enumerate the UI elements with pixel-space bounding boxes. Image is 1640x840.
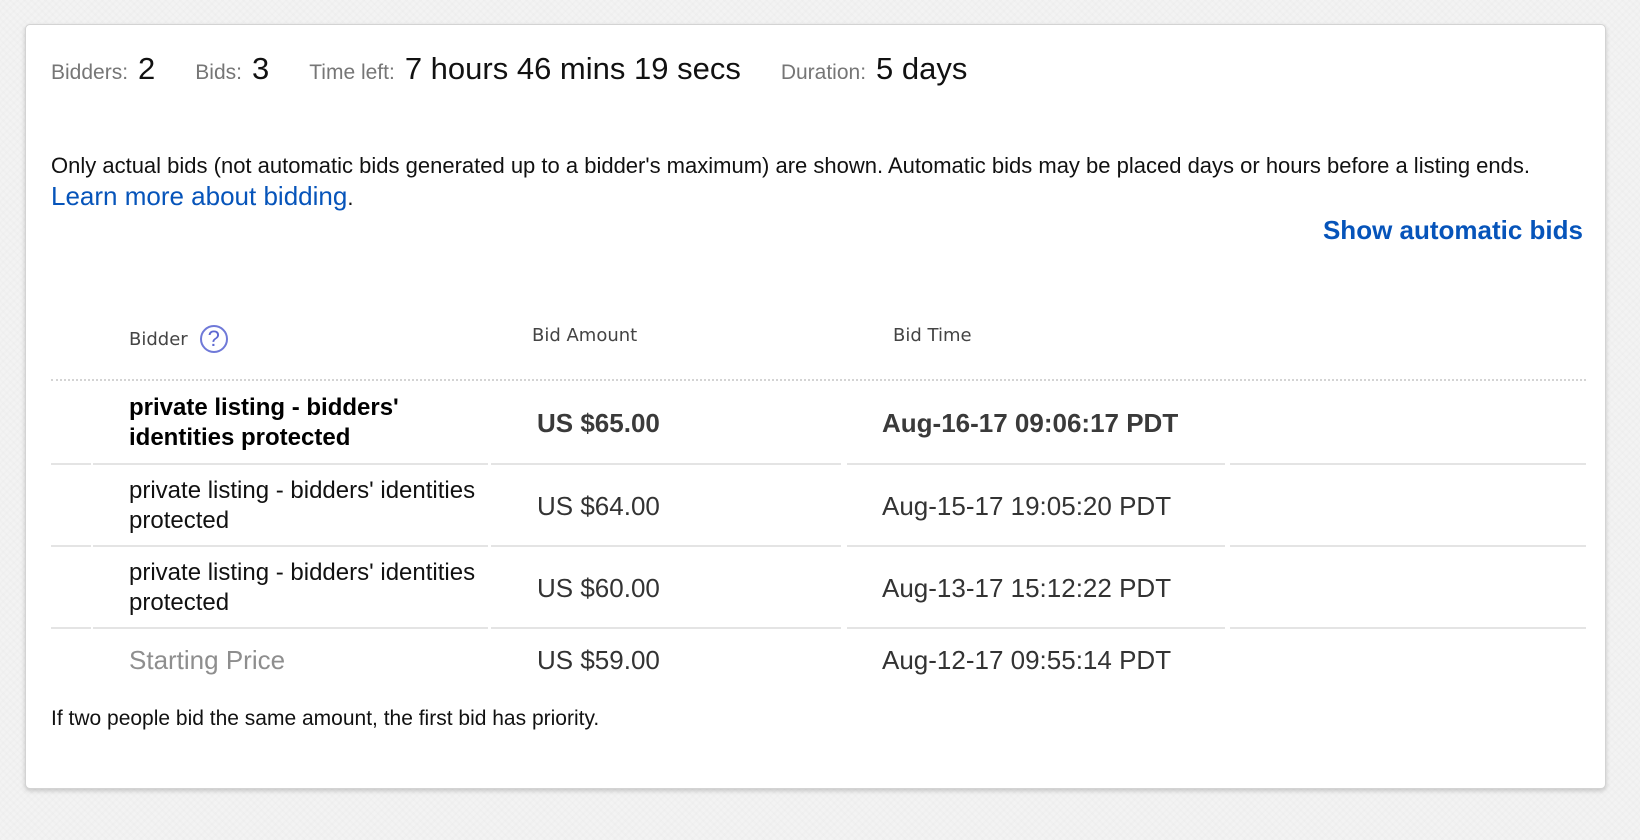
bid-amount-cell: US $64.00 — [537, 490, 660, 521]
time-left-label: Time left: — [309, 61, 395, 84]
bidders-label: Bidders: — [51, 61, 129, 84]
duration-label: Duration: — [780, 61, 867, 84]
bid-amount-cell: US $59.00 — [537, 644, 660, 675]
table-row: private listing - bidders' identities pr… — [51, 547, 1586, 629]
bid-time-cell: Aug-16-17 09:06:17 PDT — [882, 407, 1179, 438]
bidders-stat: Bidders: 2 — [51, 51, 155, 87]
notice-period: . — [347, 185, 354, 210]
bids-value: 3 — [251, 51, 270, 86]
bid-time-cell: Aug-12-17 09:55:14 PDT — [882, 644, 1172, 675]
notice-text: Only actual bids (not automatic bids gen… — [51, 153, 1530, 178]
bidder-cell: private listing - bidders' identities pr… — [129, 477, 476, 534]
table-row: Starting Price US $59.00 Aug-12-17 09:55… — [51, 629, 1586, 691]
bid-table-body: private listing - bidders' identities pr… — [51, 379, 1586, 691]
bid-time-header-label: Bid Time — [893, 325, 972, 346]
bid-amount-cell: US $60.00 — [537, 572, 660, 603]
bid-summary: Bidders: 2 Bids: 3 Time left: 7 hours 46… — [51, 51, 1007, 87]
duration-stat: Duration: 5 days — [781, 51, 968, 87]
duration-value: 5 days — [876, 51, 968, 86]
time-left-value: 7 hours 46 mins 19 secs — [404, 51, 741, 86]
time-left-stat: Time left: 7 hours 46 mins 19 secs — [309, 51, 741, 87]
bids-label: Bids: — [195, 61, 242, 84]
table-row: private listing - bidders' identities pr… — [51, 381, 1586, 465]
bidder-cell: private listing - bidders' identities pr… — [129, 394, 399, 451]
bid-history-panel: Bidders: 2 Bids: 3 Time left: 7 hours 46… — [25, 24, 1606, 789]
show-automatic-bids-link[interactable]: Show automatic bids — [1323, 215, 1583, 246]
bidder-column-header: Bidder ? — [129, 325, 228, 353]
bidders-value: 2 — [138, 51, 156, 86]
question-circle-icon[interactable]: ? — [199, 325, 228, 353]
bid-time-column-header: Bid Time — [893, 325, 972, 346]
tie-bid-priority-note: If two people bid the same amount, the f… — [51, 707, 600, 730]
table-row: private listing - bidders' identities pr… — [51, 465, 1586, 547]
learn-more-bidding-link[interactable]: Learn more about bidding — [51, 181, 347, 211]
bid-amount-cell: US $65.00 — [537, 407, 660, 438]
bid-amount-header-label: Bid Amount — [532, 325, 638, 346]
bid-time-cell: Aug-13-17 15:12:22 PDT — [882, 572, 1172, 603]
bid-table-header: Bidder ? Bid Amount Bid Time — [51, 315, 1586, 375]
automatic-bids-notice: Only actual bids (not automatic bids gen… — [51, 150, 1581, 213]
bid-time-cell: Aug-15-17 19:05:20 PDT — [882, 490, 1172, 521]
bidder-header-label: Bidder — [129, 328, 188, 350]
bidder-cell: private listing - bidders' identities pr… — [129, 559, 476, 616]
bid-amount-column-header: Bid Amount — [532, 325, 637, 346]
starting-price-label: Starting Price — [129, 645, 286, 675]
bids-stat: Bids: 3 — [195, 51, 269, 87]
